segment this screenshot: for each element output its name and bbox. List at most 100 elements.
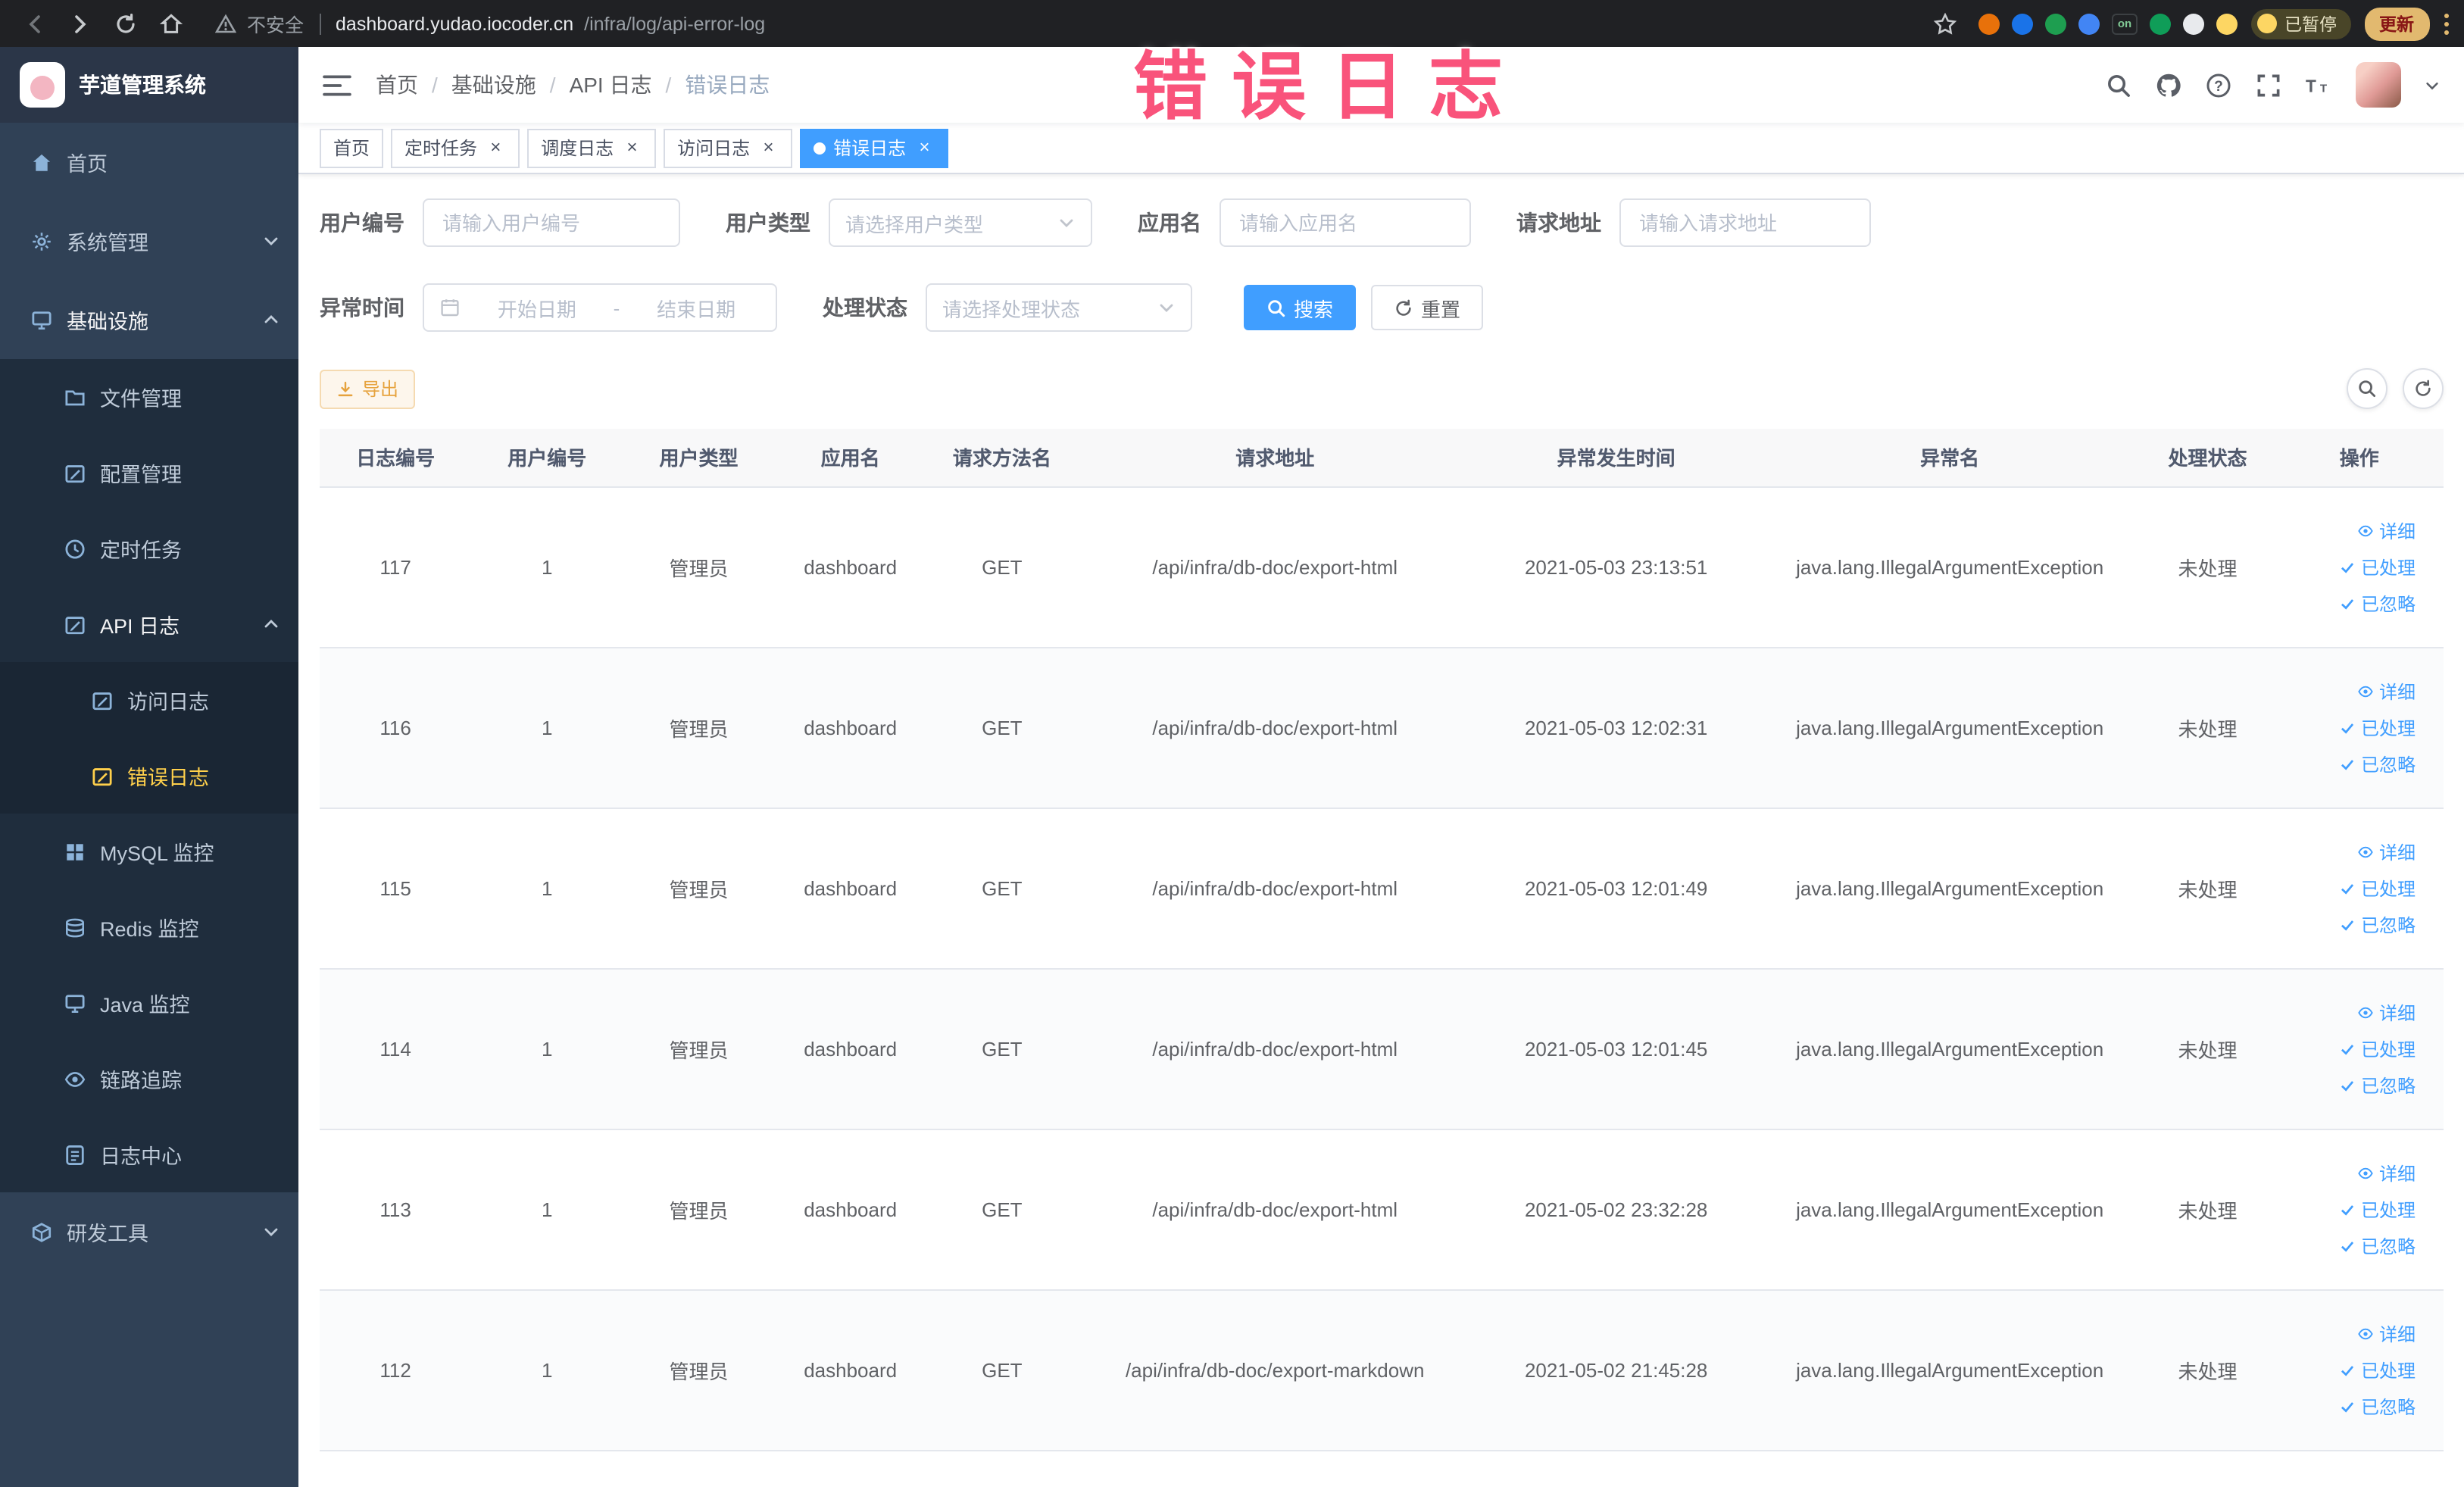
close-icon[interactable]: ×: [913, 136, 935, 158]
ext-orange-icon[interactable]: [1978, 13, 2000, 34]
status-select[interactable]: 请选择处理状态: [926, 283, 1192, 332]
sidebar-item[interactable]: Java 监控: [0, 965, 298, 1041]
ext-grid-icon[interactable]: [2078, 13, 2100, 34]
check-icon: [2340, 1398, 2356, 1414]
close-icon[interactable]: ×: [621, 136, 642, 158]
view-detail-link[interactable]: 详细: [2358, 839, 2416, 864]
fullscreen-icon[interactable]: [2255, 71, 2282, 98]
sidebar-item[interactable]: 基础设施: [0, 280, 298, 359]
mark-processed-link[interactable]: 已处理: [2340, 1036, 2416, 1061]
browser-home-icon[interactable]: [151, 4, 191, 43]
sidebar-item[interactable]: 首页: [0, 123, 298, 201]
screen-icon: [30, 308, 53, 331]
breadcrumb-item[interactable]: API 日志: [570, 70, 652, 100]
sidebar-item[interactable]: Redis 监控: [0, 889, 298, 965]
view-detail-link[interactable]: 详细: [2358, 999, 2416, 1025]
view-detail-link[interactable]: 详细: [2358, 517, 2416, 543]
hamburger-icon[interactable]: [323, 70, 351, 99]
logo-rabbit-icon: [20, 62, 65, 108]
column-header: 日志编号: [320, 429, 472, 487]
cell-id: 112: [320, 1289, 472, 1451]
tab-item[interactable]: 定时任务 ×: [391, 128, 520, 167]
mark-ignored-link[interactable]: 已忽略: [2340, 751, 2416, 776]
exception-time-range-picker[interactable]: 开始日期 - 结束日期: [423, 283, 777, 332]
ext-blue-icon[interactable]: [2012, 13, 2033, 34]
sidebar-item[interactable]: API 日志: [0, 586, 298, 662]
app-name-input[interactable]: [1220, 198, 1471, 247]
ext-leaf-icon[interactable]: [2150, 13, 2171, 34]
mark-processed-link[interactable]: 已处理: [2340, 1357, 2416, 1382]
cell-time: 2021-05-02 21:45:28: [1472, 1289, 1760, 1451]
sidebar-item[interactable]: 访问日志: [0, 662, 298, 738]
view-detail-link[interactable]: 详细: [2358, 678, 2416, 704]
chevron-down-icon: [262, 1223, 280, 1241]
cell-status: 未处理: [2139, 1129, 2276, 1290]
toggle-search-button[interactable]: [2346, 368, 2387, 409]
tab-item[interactable]: 访问日志 ×: [664, 128, 793, 167]
close-icon[interactable]: ×: [485, 136, 506, 158]
sidebar-item[interactable]: 配置管理: [0, 435, 298, 511]
bookmark-star-icon[interactable]: [1925, 4, 1965, 43]
breadcrumb-separator: /: [549, 73, 556, 97]
view-detail-link[interactable]: 详细: [2358, 1320, 2416, 1346]
sidebar-item[interactable]: 日志中心: [0, 1117, 298, 1192]
mark-processed-link[interactable]: 已处理: [2340, 1196, 2416, 1222]
app-name-label: 应用名: [1138, 211, 1201, 235]
app-title: 芋道管理系统: [79, 73, 206, 97]
mark-ignored-link[interactable]: 已忽略: [2340, 1072, 2416, 1098]
mark-ignored-link[interactable]: 已忽略: [2340, 1393, 2416, 1419]
breadcrumb-item[interactable]: 基础设施: [451, 70, 536, 100]
sidebar-item[interactable]: MySQL 监控: [0, 814, 298, 889]
help-icon[interactable]: ?: [2205, 71, 2232, 98]
tab-item[interactable]: 调度日志 ×: [527, 128, 657, 167]
reset-button[interactable]: 重置: [1371, 285, 1484, 330]
column-header: 请求方法名: [926, 429, 1078, 487]
font-size-icon[interactable]: TT: [2305, 71, 2332, 98]
mark-ignored-link[interactable]: 已忽略: [2340, 911, 2416, 937]
eye-icon: [64, 1067, 86, 1090]
user-type-select[interactable]: 请选择用户类型: [829, 198, 1092, 247]
mark-processed-link[interactable]: 已处理: [2340, 875, 2416, 901]
browser-update-button[interactable]: 更新: [2364, 7, 2429, 40]
refresh-button[interactable]: [2402, 368, 2443, 409]
mark-ignored-link[interactable]: 已忽略: [2340, 1232, 2416, 1258]
eye-icon: [2358, 843, 2375, 860]
search-icon[interactable]: [2105, 71, 2132, 98]
address-bar[interactable]: 不安全 dashboard.yudao.iocoder.cn/infra/log…: [214, 9, 1901, 38]
url-path: /infra/log/api-error-log: [584, 13, 766, 34]
tab-item[interactable]: 错误日志 ×: [800, 128, 949, 167]
app-logo[interactable]: 芋道管理系统: [0, 47, 298, 123]
user-id-input[interactable]: [423, 198, 680, 247]
browser-menu-icon[interactable]: [2443, 11, 2449, 36]
export-button[interactable]: 导出: [320, 369, 416, 408]
user-avatar[interactable]: [2355, 62, 2400, 108]
mark-processed-link[interactable]: 已处理: [2340, 554, 2416, 579]
sidebar-item[interactable]: 链路追踪: [0, 1041, 298, 1117]
svg-text:T: T: [2306, 76, 2316, 95]
user-type-label: 用户类型: [726, 211, 810, 235]
sidebar-item[interactable]: 定时任务: [0, 511, 298, 586]
ext-paw-icon[interactable]: [2183, 13, 2204, 34]
paused-extension-badge[interactable]: 已暂停: [2251, 8, 2350, 39]
view-detail-link[interactable]: 详细: [2358, 1160, 2416, 1186]
request-url-input[interactable]: [1619, 198, 1871, 247]
browser-reload-icon[interactable]: [106, 4, 145, 43]
close-icon[interactable]: ×: [757, 136, 779, 158]
ext-on-badge-icon[interactable]: on: [2112, 13, 2138, 34]
sidebar-item[interactable]: 研发工具: [0, 1192, 298, 1271]
breadcrumb-item[interactable]: 首页: [376, 70, 418, 100]
ext-green-icon[interactable]: [2045, 13, 2066, 34]
sidebar-item[interactable]: 文件管理: [0, 359, 298, 435]
mark-processed-link[interactable]: 已处理: [2340, 714, 2416, 740]
browser-back-icon[interactable]: [15, 4, 55, 43]
tab-item[interactable]: 首页: [320, 128, 384, 167]
mark-ignored-link[interactable]: 已忽略: [2340, 590, 2416, 616]
table-row: 115 1 管理员 dashboard GET/api/infra/db-doc/exp…: [320, 808, 2443, 969]
sidebar-item[interactable]: 系统管理: [0, 201, 298, 280]
chevron-down-icon[interactable]: [2423, 77, 2440, 93]
browser-forward-icon[interactable]: [61, 4, 100, 43]
search-button[interactable]: 搜索: [1244, 285, 1357, 330]
sidebar-item[interactable]: 错误日志: [0, 738, 298, 814]
github-icon[interactable]: [2155, 71, 2182, 98]
ext-smiley-icon[interactable]: [2216, 13, 2238, 34]
